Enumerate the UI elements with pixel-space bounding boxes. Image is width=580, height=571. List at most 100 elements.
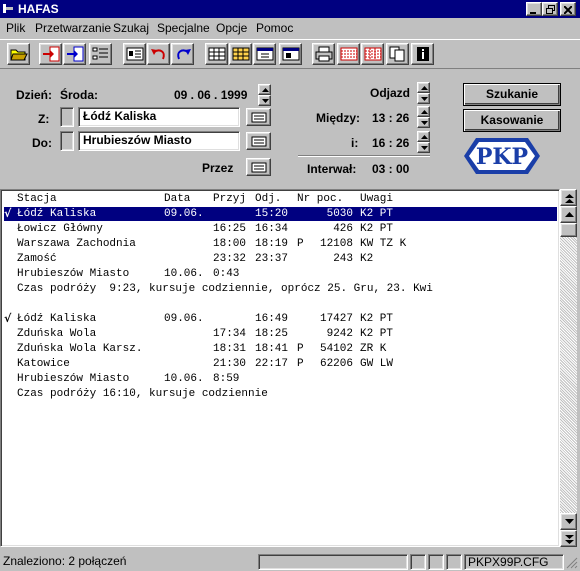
- details-button[interactable]: [123, 43, 146, 65]
- timetable-button[interactable]: [205, 43, 228, 65]
- copy-button[interactable]: [386, 43, 409, 65]
- table-row[interactable]: Hrubieszów Miasto 10.06. 0:43: [1, 267, 559, 281]
- menu-szukaj[interactable]: Szukaj: [113, 21, 149, 35]
- column-header-notes: Uwagi: [360, 193, 394, 205]
- interval-value: 03 : 00: [372, 162, 410, 176]
- status-pane-indicator-2: [428, 554, 444, 570]
- cell-station: Hrubieszów Miasto: [17, 373, 130, 385]
- scroll-top-button[interactable]: [560, 189, 577, 206]
- scroll-down-button[interactable]: [560, 513, 577, 530]
- scroll-up-button[interactable]: [560, 206, 577, 223]
- time-to-spin-down[interactable]: [417, 142, 430, 153]
- day-value: Środa:: [60, 88, 99, 102]
- connections-list[interactable]: Stacja Data Przyj Odj. Nr poc. Uwagi √ Łó…: [0, 189, 560, 547]
- cell-flag: P: [297, 238, 304, 250]
- minimize-button[interactable]: [526, 2, 542, 16]
- menu-opcje[interactable]: Opcje: [216, 21, 247, 35]
- departure-spinner[interactable]: [417, 82, 430, 104]
- table-row[interactable]: Łowicz Główny 16:25 16:34 426 K2 PT: [1, 222, 559, 236]
- delete-button[interactable]: Kasowanie: [463, 109, 561, 132]
- cell-departure: 16:49: [255, 313, 289, 325]
- vertical-scrollbar[interactable]: [560, 189, 577, 547]
- status-pane-empty: [258, 554, 408, 570]
- undo-button[interactable]: [147, 43, 170, 65]
- via-list-button[interactable]: [246, 158, 271, 176]
- status-pane-indicator-3: [446, 554, 462, 570]
- table-row[interactable]: Hrubieszów Miasto 10.06. 8:59: [1, 372, 559, 386]
- from-station-button[interactable]: [39, 43, 62, 65]
- printer-icon: [315, 46, 333, 62]
- time-from-spinner[interactable]: [417, 106, 430, 128]
- table-row[interactable]: Zamość 23:32 23:37 243 K2: [1, 252, 559, 266]
- departure-spin-up[interactable]: [417, 82, 430, 93]
- list-icon: [92, 47, 108, 60]
- cell-notes: KW TZ K: [360, 238, 407, 250]
- day-label: Dzień:: [16, 88, 52, 102]
- time-to-spin-up[interactable]: [417, 131, 430, 142]
- arrow-right-into-box-icon: [67, 46, 84, 62]
- scroll-track[interactable]: [560, 237, 577, 513]
- triangle-up-icon: [421, 110, 428, 114]
- table-row[interactable]: Warszawa Zachodnia 18:00 18:19 P 12108 KW TZ …: [1, 237, 559, 251]
- cell-station: Łódź Kaliska: [17, 208, 97, 220]
- time-from-spin-up[interactable]: [417, 106, 430, 117]
- triangle-down-icon: [262, 99, 269, 103]
- info-button[interactable]: [411, 43, 434, 65]
- table-row[interactable]: √ Łódź Kaliska 09.06. 16:49 17427 K2 PT: [1, 312, 559, 326]
- cell-notes: K2 PT: [360, 223, 394, 235]
- time-to-spinner[interactable]: [417, 131, 430, 153]
- info-window-button[interactable]: [279, 43, 302, 65]
- from-station-field[interactable]: Łódź Kaliska: [78, 107, 240, 127]
- from-flag-box[interactable]: [60, 107, 74, 127]
- to-flag-box[interactable]: [60, 131, 74, 151]
- departure-spin-down[interactable]: [417, 93, 430, 104]
- redo-arrow-icon: [177, 49, 191, 60]
- open-button[interactable]: [7, 43, 30, 65]
- via-list-button[interactable]: [89, 43, 112, 65]
- summary-row[interactable]: Czas podróży 16:10, kursuje codziennie: [1, 387, 559, 401]
- menu-plik[interactable]: Plik: [6, 21, 25, 35]
- menu-pomoc[interactable]: Pomoc: [256, 21, 293, 35]
- time-from-spin-down[interactable]: [417, 117, 430, 128]
- cell-notes: K2 PT: [360, 328, 394, 340]
- cell-arrival: 16:25: [213, 223, 247, 235]
- triangle-up-icon: [421, 86, 428, 90]
- table-row[interactable]: Zduńska Wola 17:34 18:25 9242 K2 PT: [1, 327, 559, 341]
- cell-notes: K2 PT: [360, 313, 394, 325]
- cell-train: 243: [333, 253, 353, 265]
- date-spinner[interactable]: [258, 84, 271, 106]
- calendar-button[interactable]: [253, 43, 276, 65]
- summary-row[interactable]: Czas podróży 9:23, kursuje codziennie, o…: [1, 282, 559, 296]
- date-spin-up[interactable]: [258, 84, 271, 95]
- triangle-up-icon: [262, 88, 269, 92]
- table-row[interactable]: Zduńska Wola Karsz. 18:31 18:41 P 54102 ZR K: [1, 342, 559, 356]
- scroll-thumb[interactable]: [560, 223, 577, 237]
- print-preview-button[interactable]: [337, 43, 360, 65]
- scroll-bottom-button[interactable]: [560, 530, 577, 547]
- date-spin-down[interactable]: [258, 95, 271, 106]
- redo-button[interactable]: [171, 43, 194, 65]
- restore-button[interactable]: [542, 2, 558, 16]
- to-station-field[interactable]: Hrubieszów Miasto: [78, 131, 240, 151]
- time-from-value: 13 : 26: [372, 111, 410, 125]
- close-button[interactable]: [560, 2, 576, 16]
- to-station-button[interactable]: [63, 43, 86, 65]
- menu-specjalne[interactable]: Specjalne: [157, 21, 210, 35]
- to-list-button[interactable]: [246, 132, 271, 150]
- table-row[interactable]: √ Łódź Kaliska 09.06. 15:20 5030 K2 PT: [4, 207, 557, 221]
- search-button[interactable]: Szukanie: [463, 83, 561, 106]
- print-all-button[interactable]: [361, 43, 384, 65]
- from-list-button[interactable]: [246, 108, 271, 126]
- menu-przetwarzanie[interactable]: Przetwarzanie: [35, 21, 111, 35]
- resize-grip-icon[interactable]: [566, 557, 578, 569]
- notes-button[interactable]: [229, 43, 252, 65]
- cell-station: Hrubieszów Miasto: [17, 268, 130, 280]
- cell-train: 5030: [326, 208, 353, 220]
- interval-label: Interwał:: [307, 162, 357, 176]
- check-mark-icon: √: [4, 312, 12, 325]
- list-icon: [251, 162, 267, 173]
- cell-arrival: 18:00: [213, 238, 247, 250]
- table-row[interactable]: Katowice 21:30 22:17 P 62206 GW LW: [1, 357, 559, 371]
- print-button[interactable]: [312, 43, 335, 65]
- scroll-to-bottom-icon: [565, 535, 574, 544]
